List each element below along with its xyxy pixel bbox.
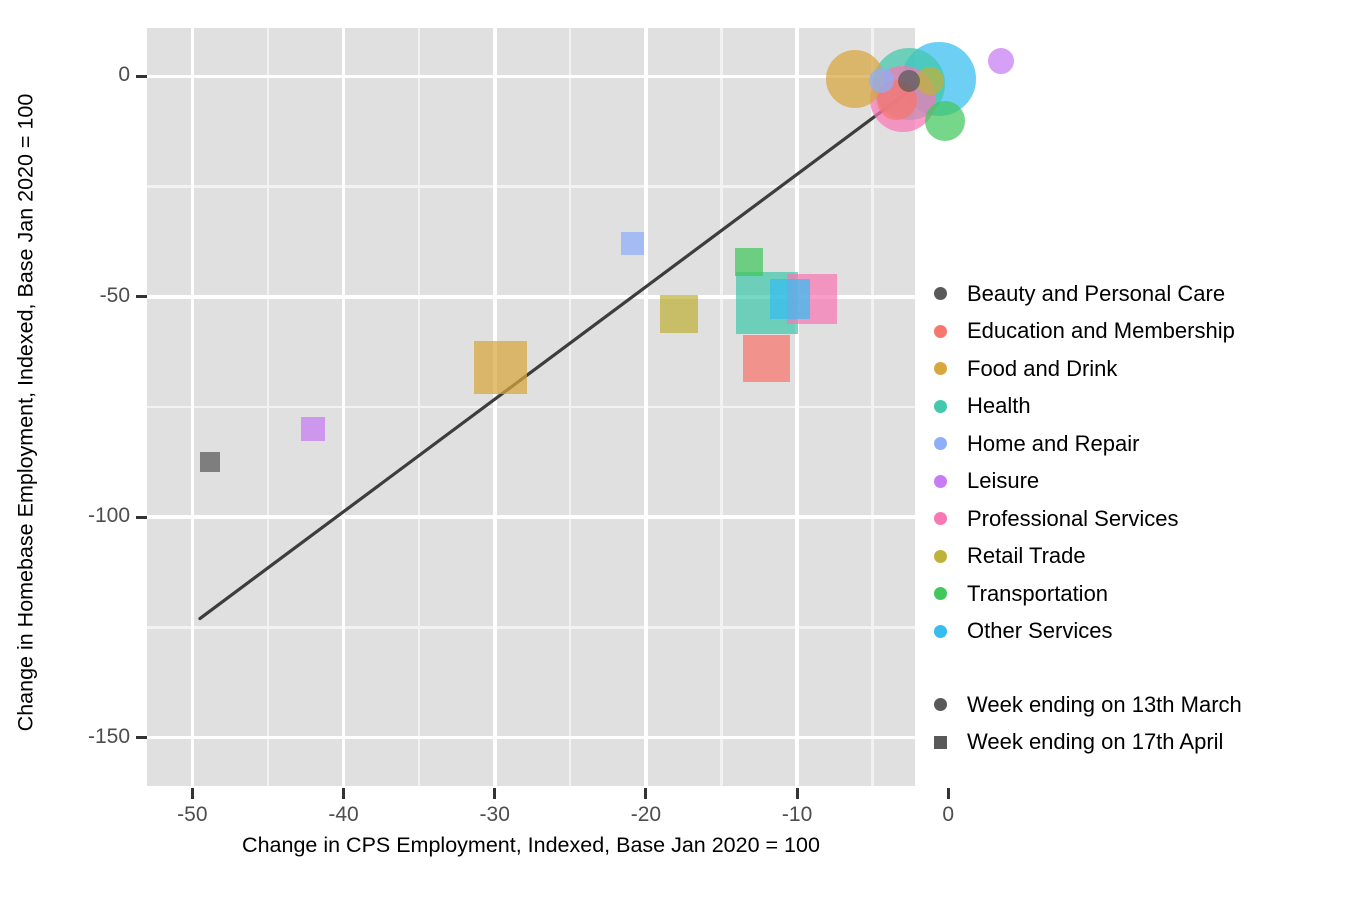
legend-color-group: Beauty and Personal Care Education and Me… [925,275,1345,650]
y-axis-title: Change in Homebase Employment, Indexed, … [13,93,38,732]
data-point-square [474,340,528,394]
legend-item-other-services[interactable]: Other Services [925,613,1345,651]
legend-item-label: Home and Repair [967,430,1140,456]
x-tick-label: -10 [781,803,813,826]
legend-item-label: Beauty and Personal Care [967,280,1226,306]
x-tick-mark [190,788,194,799]
legend-item-label: Transportation [967,580,1109,606]
gridline-major-horizontal [147,735,915,740]
circle-marker-icon [933,549,947,563]
legend-item-professional-services[interactable]: Professional Services [925,500,1345,538]
legend-item-label: Health [967,393,1031,419]
legend-key [925,362,955,376]
x-tick-mark [946,788,950,799]
y-tick-mark [136,74,147,78]
gridline-minor-horizontal [147,626,915,629]
circle-marker-icon [933,287,947,301]
x-tick-label: -40 [328,803,359,826]
legend-item-education-and-membership[interactable]: Education and Membership [925,313,1345,351]
data-point-square [200,452,221,473]
legend-key [925,624,955,638]
legend-key [925,512,955,526]
legend-shape-group: Week ending on 13th March Week ending on … [925,686,1345,761]
gridline-major-vertical [190,28,195,786]
gridline-minor-horizontal [147,405,915,409]
circle-marker-icon [933,437,947,451]
legend-item-label: Retail Trade [967,543,1086,569]
legend-key [925,437,955,451]
circle-marker-icon [933,474,947,488]
x-tick-mark [342,788,346,799]
gridline-major-horizontal [147,74,915,79]
x-tick-label: -20 [630,803,662,826]
legend: Beauty and Personal Care Education and Me… [925,275,1345,761]
circle-marker-icon [933,624,947,638]
gridline-major-vertical [341,28,346,786]
data-point-square [301,417,326,442]
legend-item-label: Food and Drink [967,355,1118,381]
legend-item-label: Week ending on 13th March [967,691,1242,717]
gridline-major-vertical [492,28,497,786]
legend-key [925,587,955,601]
x-tick-mark [795,788,799,799]
data-point-square [660,295,699,334]
legend-item-label: Education and Membership [967,318,1235,344]
plot-panel [147,28,1015,786]
gridline-major-vertical [795,28,799,786]
legend-item-beauty-and-personal-care[interactable]: Beauty and Personal Care [925,275,1345,313]
legend-key [925,735,955,749]
legend-key [925,698,955,712]
data-point-square [620,232,644,256]
circle-marker-icon [933,399,947,413]
legend-item-food-and-drink[interactable]: Food and Drink [925,350,1345,388]
circle-marker-icon [933,587,947,601]
legend-key [925,287,955,301]
data-point-square [734,247,763,276]
gridline-major-vertical [644,28,648,786]
data-point-square [769,279,810,320]
data-point-circle [925,100,966,141]
legend-item-transportation[interactable]: Transportation [925,575,1345,613]
legend-key [925,324,955,338]
legend-item-week-ending-on-13th-march[interactable]: Week ending on 13th March [925,686,1345,724]
circle-marker-icon [933,324,947,338]
x-tick-label: -50 [177,803,208,826]
y-tick-mark [136,515,147,519]
legend-item-label: Professional Services [967,505,1179,531]
data-point-circle [988,48,1015,75]
gridline-minor-horizontal [147,185,915,188]
x-tick-label: 0 [942,803,955,826]
gridline-major-horizontal [147,515,915,519]
legend-item-health[interactable]: Health [925,388,1345,426]
y-tick-mark [136,736,147,740]
legend-key [925,474,955,488]
circle-marker-icon [933,698,947,712]
legend-item-week-ending-on-17th-april[interactable]: Week ending on 17th April [925,724,1345,762]
legend-item-retail-trade[interactable]: Retail Trade [925,538,1345,576]
data-point-circle [916,66,945,95]
square-marker-icon [933,735,947,749]
legend-item-leisure[interactable]: Leisure [925,463,1345,501]
chart-root: 0 -50 -100 -150 -50 -40 -30 -20 -10 0 Change in … [0,0,1350,900]
data-point-circle [897,69,920,92]
circle-marker-icon [933,512,947,526]
x-axis-title: Change in CPS Employment, Indexed, Base … [242,833,820,857]
circle-marker-icon [933,362,947,376]
data-point-square [743,335,791,383]
legend-key [925,549,955,563]
x-tick-mark [644,788,648,799]
legend-item-label: Other Services [967,618,1113,644]
legend-item-label: Week ending on 17th April [967,729,1224,755]
legend-key [925,399,955,413]
y-tick-mark [136,295,147,299]
legend-item-label: Leisure [967,468,1040,494]
legend-item-home-and-repair[interactable]: Home and Repair [925,425,1345,463]
x-tick-label: -30 [479,803,510,826]
x-tick-mark [493,788,497,799]
